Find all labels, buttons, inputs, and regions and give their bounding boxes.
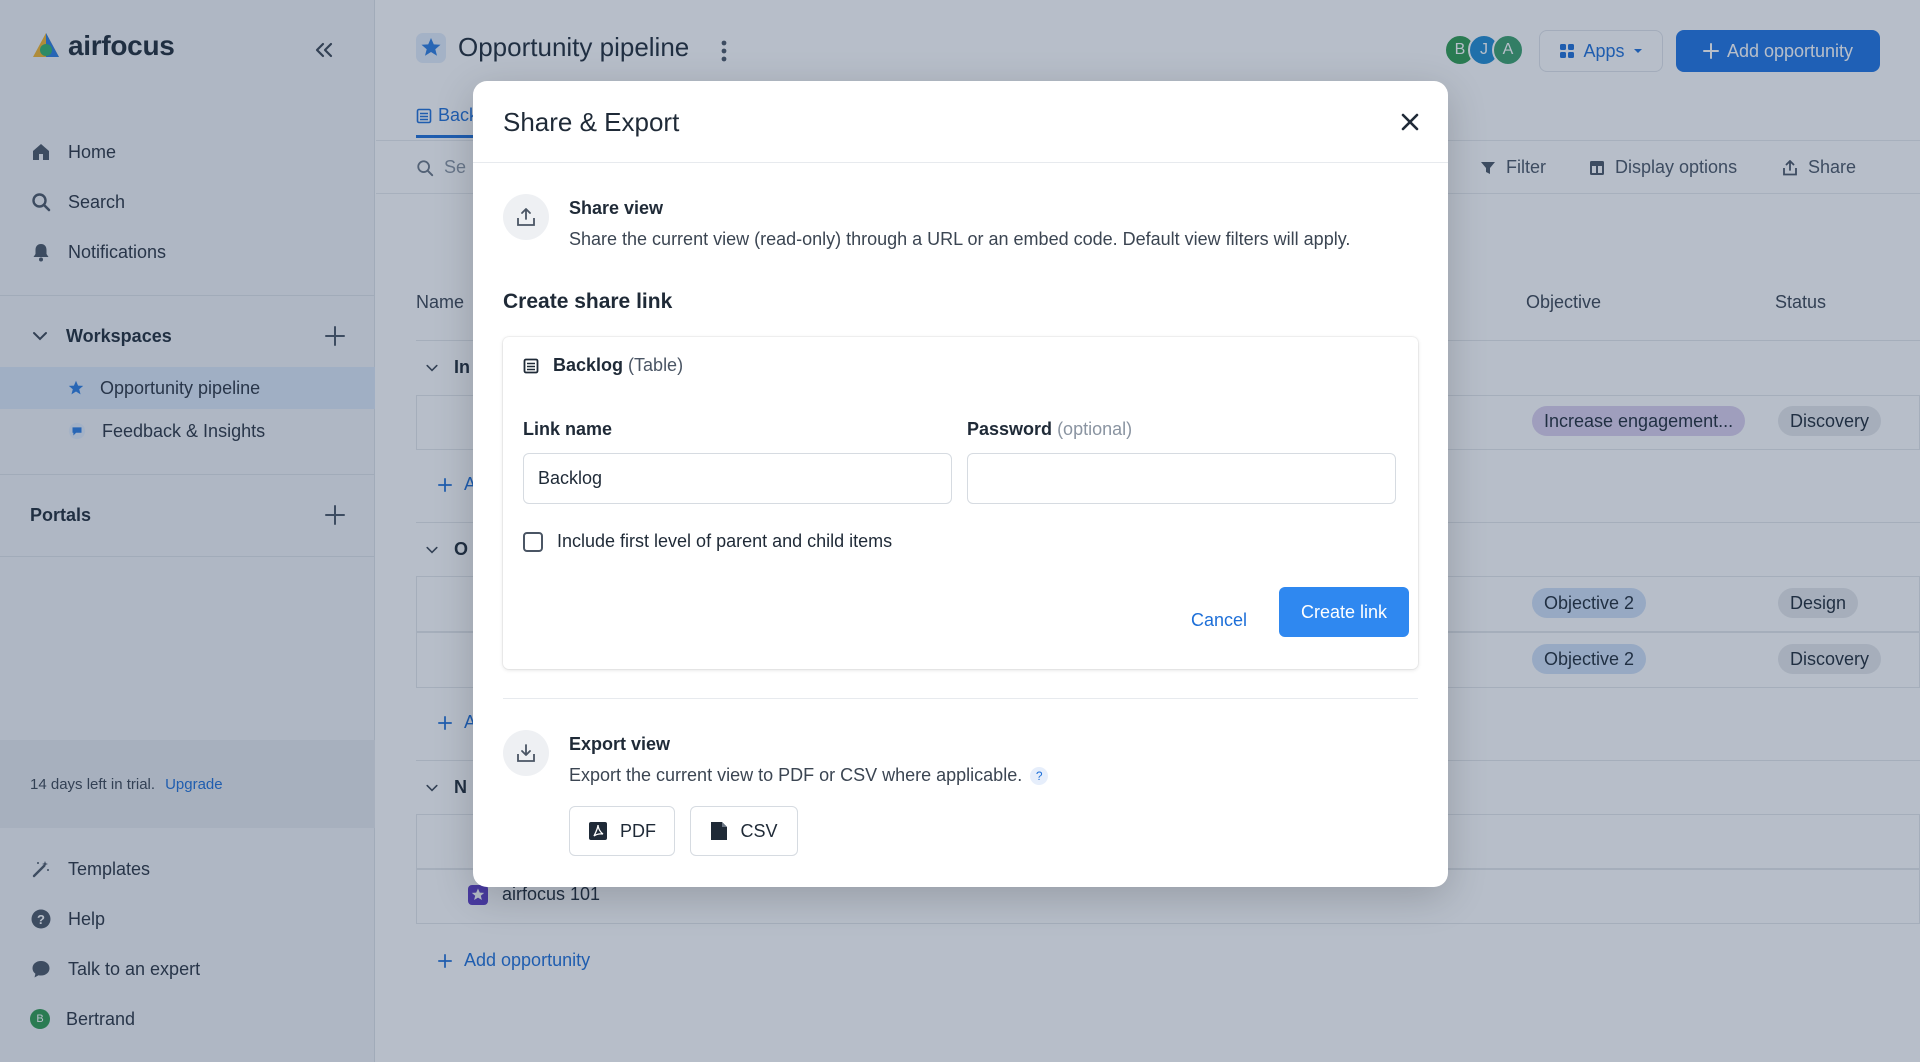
- download-icon: [517, 744, 535, 762]
- password-label-text: Password: [967, 419, 1053, 439]
- include-parent-child-checkbox[interactable]: [523, 531, 543, 552]
- close-button[interactable]: [1393, 105, 1427, 139]
- help-icon[interactable]: ?: [1030, 767, 1049, 786]
- csv-file-icon: [711, 822, 728, 840]
- password-field[interactable]: [967, 453, 1396, 504]
- export-pdf-button[interactable]: PDF: [569, 806, 675, 856]
- dialog-title: Share & Export: [503, 107, 680, 137]
- download-icon-badge: [503, 730, 549, 776]
- create-link-button[interactable]: Create link: [1279, 587, 1409, 637]
- export-view-title: Export view: [569, 734, 671, 754]
- cancel-button[interactable]: Cancel: [1175, 599, 1263, 641]
- export-view-description-row: Export the current view to PDF or CSV wh…: [569, 765, 1049, 786]
- share-view-description: Share the current view (read-only) throu…: [569, 229, 1351, 249]
- export-view-description: Export the current view to PDF or CSV wh…: [569, 765, 1023, 785]
- link-name-field[interactable]: [523, 453, 952, 504]
- view-type: (Table): [628, 355, 684, 375]
- view-name: Backlog: [553, 355, 624, 375]
- password-optional-text: (optional): [1057, 419, 1133, 439]
- share-link-form: Backlog (Table) Link name Password (opti…: [503, 337, 1418, 669]
- upload-icon-badge: [503, 194, 549, 240]
- share-view-title: Share view: [569, 198, 664, 218]
- pdf-file-icon: [589, 822, 607, 840]
- create-share-link-title: Create share link: [503, 290, 673, 313]
- view-info: Backlog (Table): [523, 355, 683, 376]
- password-label: Password (optional): [967, 419, 1132, 440]
- pdf-label: PDF: [620, 820, 656, 841]
- checkbox-label: Include first level of parent and child …: [557, 531, 893, 551]
- export-csv-button[interactable]: CSV: [690, 806, 798, 856]
- close-icon: [1401, 113, 1419, 131]
- upload-icon: [517, 208, 535, 226]
- divider: [503, 698, 1418, 699]
- link-name-label: Link name: [523, 419, 613, 439]
- csv-label: CSV: [740, 820, 778, 841]
- include-parent-child-option[interactable]: Include first level of parent and child …: [523, 531, 892, 552]
- dialog-header: Share & Export: [473, 81, 1448, 163]
- table-icon: [523, 358, 539, 373]
- share-export-dialog: Share & Export Share view Share the curr…: [473, 81, 1448, 887]
